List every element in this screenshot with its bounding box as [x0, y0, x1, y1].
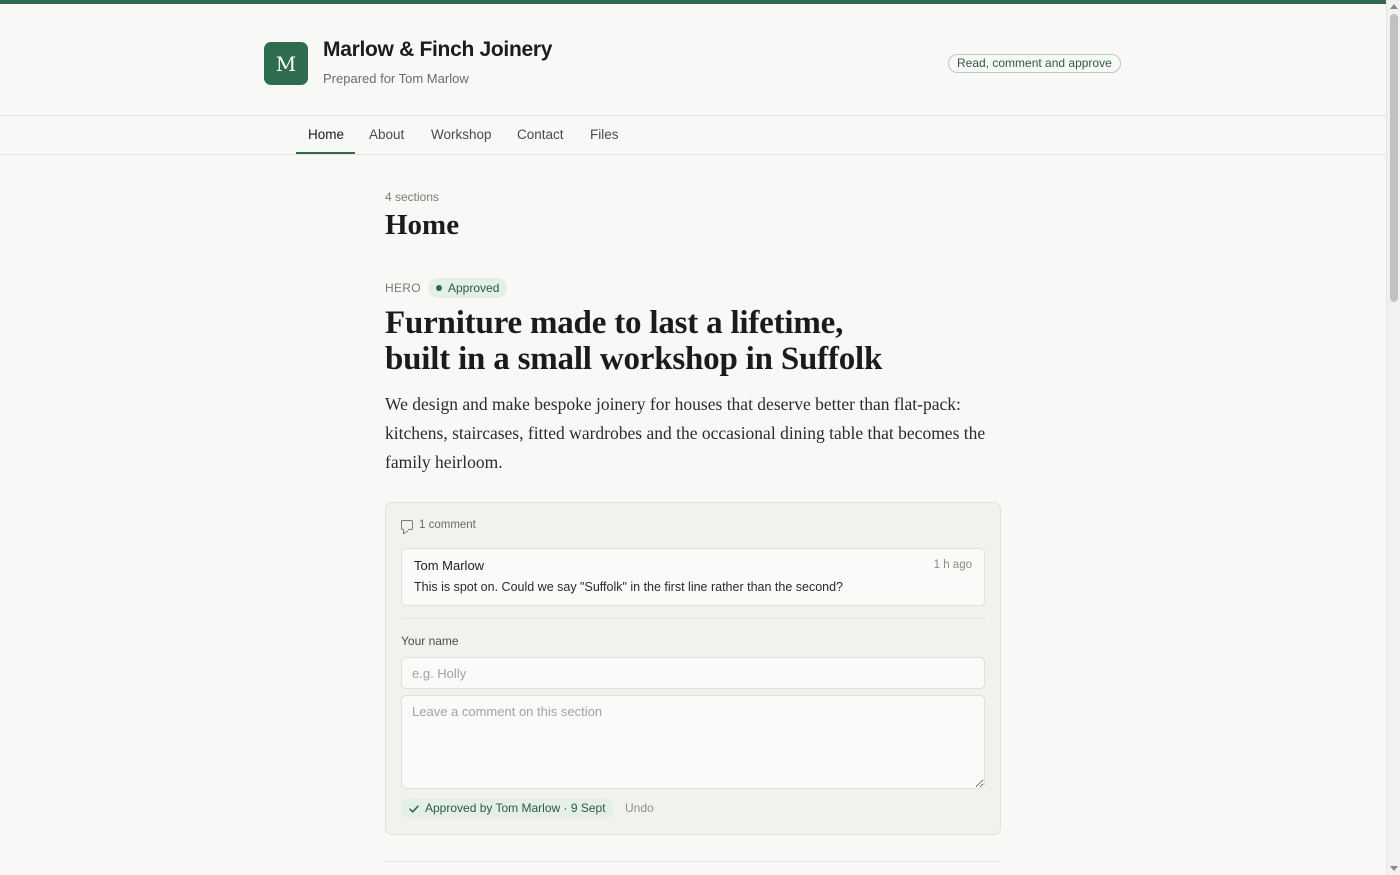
page-scrollbar[interactable] [1386, 0, 1400, 875]
comment-timestamp: 1 h ago [933, 559, 972, 571]
comment-icon [401, 520, 413, 530]
review-mode-badge: Read, comment and approve [948, 54, 1121, 73]
hero-body-text: We design and make bespoke joinery for h… [385, 394, 986, 472]
nav-tab-contact[interactable]: Contact [517, 116, 564, 155]
name-input[interactable] [401, 657, 985, 689]
approval-badge: Approved by Tom Marlow · 9 Sept [401, 798, 614, 819]
comment-text: This is spot on. Could we say "Suffolk" … [414, 580, 844, 594]
site-header: M Marlow & Finch Joinery Prepared for To… [0, 4, 1386, 116]
comment-panel: 1 comment Tom Marlow 1 h ago This is spo… [385, 502, 1001, 835]
name-field-label: Your name [401, 634, 459, 648]
nav-tab-workshop[interactable]: Workshop [431, 116, 492, 155]
section-divider [385, 861, 1001, 862]
undo-approval-link[interactable]: Undo [625, 801, 654, 815]
nav-tab-files[interactable]: Files [590, 116, 619, 155]
comment-item: Tom Marlow 1 h ago This is spot on. Coul… [401, 548, 985, 606]
hero-headline-line-2: built in a small workshop in Suffolk [385, 341, 883, 377]
scrollbar-thumb[interactable] [1390, 14, 1398, 302]
scroll-down-arrow-icon[interactable] [1390, 866, 1398, 871]
status-dot-icon [436, 285, 442, 291]
hero-headline-line-1: Furniture made to last a lifetime, [385, 305, 844, 341]
page-title: Home [385, 209, 460, 241]
prepared-for-text: Prepared for Tom Marlow [323, 71, 469, 86]
brand-logo: M [264, 42, 308, 85]
comment-count-label: 1 comment [419, 519, 476, 531]
nav-tab-home[interactable]: Home [308, 116, 344, 155]
status-text: Approved [448, 281, 500, 295]
main-nav: Home About Workshop Contact Files [0, 116, 1386, 155]
section-label: HERO [385, 281, 421, 295]
comment-textarea[interactable] [401, 695, 985, 789]
approval-text: Approved by Tom Marlow · 9 Sept [425, 801, 606, 815]
nav-tab-about[interactable]: About [369, 116, 404, 155]
status-badge: Approved [428, 278, 508, 298]
section-count: 4 sections [385, 190, 440, 204]
comment-author: Tom Marlow [414, 558, 485, 573]
scroll-up-arrow-icon[interactable] [1390, 4, 1398, 9]
brand-name: Marlow & Finch Joinery [323, 38, 553, 61]
hero-headline: Furniture made to last a lifetime, built… [385, 305, 985, 377]
active-tab-indicator [296, 152, 355, 154]
check-icon [409, 804, 419, 813]
divider [401, 618, 985, 619]
comment-count: 1 comment [401, 519, 476, 531]
